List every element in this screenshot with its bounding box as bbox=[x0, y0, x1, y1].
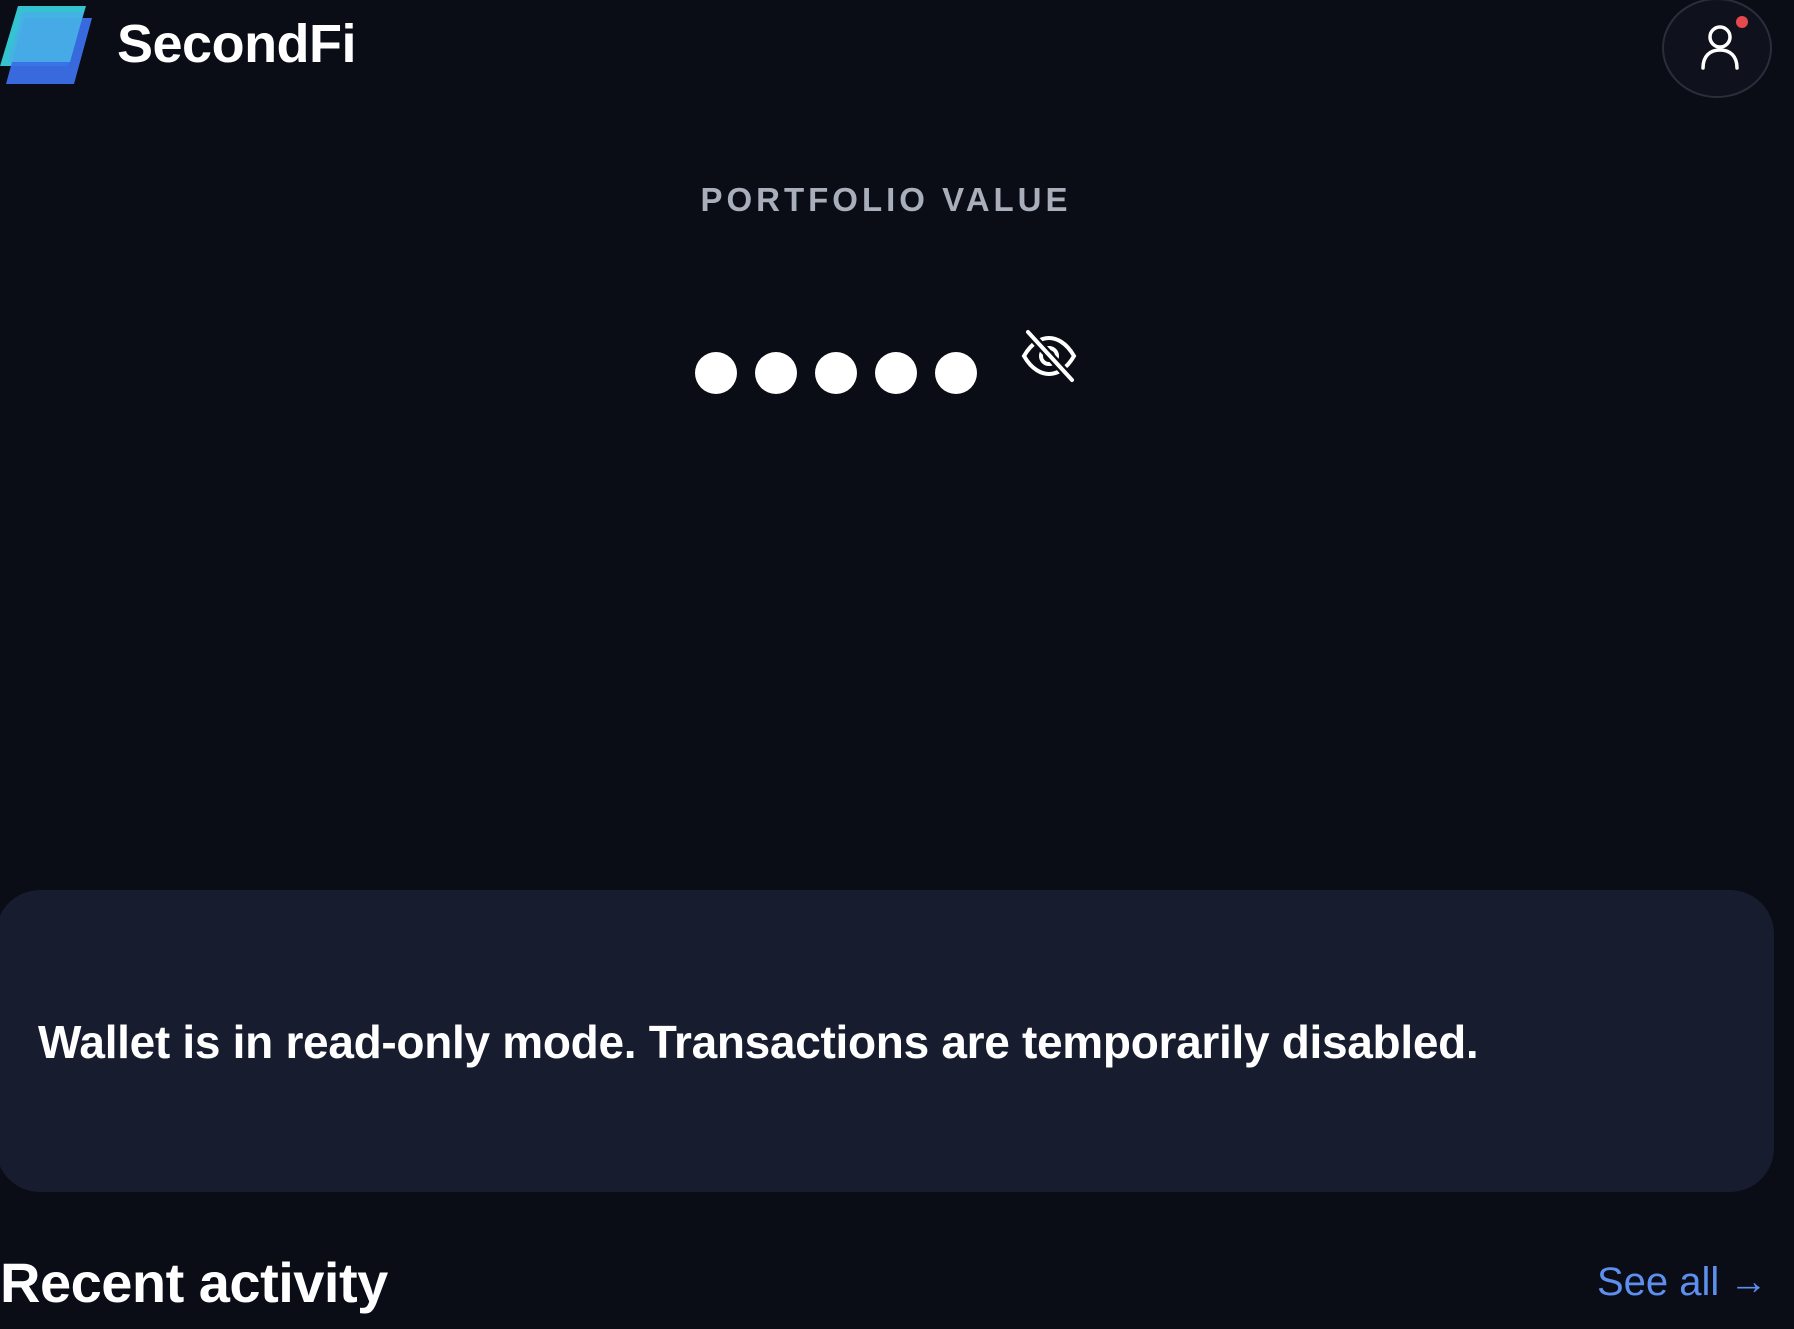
user-icon bbox=[1701, 25, 1739, 70]
mask-dot bbox=[935, 352, 977, 394]
brand-name: SecondFi bbox=[117, 14, 357, 74]
mask-dot bbox=[815, 352, 857, 394]
notification-dot bbox=[1736, 16, 1748, 28]
recent-activity-title: Recent activity bbox=[0, 1251, 388, 1314]
mask-dot bbox=[695, 352, 737, 394]
arrow-right-icon: → bbox=[1729, 1261, 1768, 1303]
read-only-message: Wallet is in read-only mode. Transaction… bbox=[38, 1016, 1479, 1068]
mask-dot bbox=[875, 352, 917, 394]
mask-dot bbox=[755, 352, 797, 394]
profile-button[interactable] bbox=[1662, 0, 1772, 98]
portfolio-value-label: PORTFOLIO VALUE bbox=[700, 181, 1072, 218]
wallet-page: SecondFi PORTFOLIO VALUE Wallet is in re… bbox=[0, 0, 1794, 1329]
portfolio-value-masked bbox=[695, 352, 977, 394]
eye-off-icon[interactable] bbox=[1018, 328, 1080, 384]
logo-icon bbox=[0, 6, 92, 84]
see-all-link[interactable]: See all → bbox=[1597, 1256, 1767, 1308]
see-all-label: See all bbox=[1597, 1260, 1720, 1304]
